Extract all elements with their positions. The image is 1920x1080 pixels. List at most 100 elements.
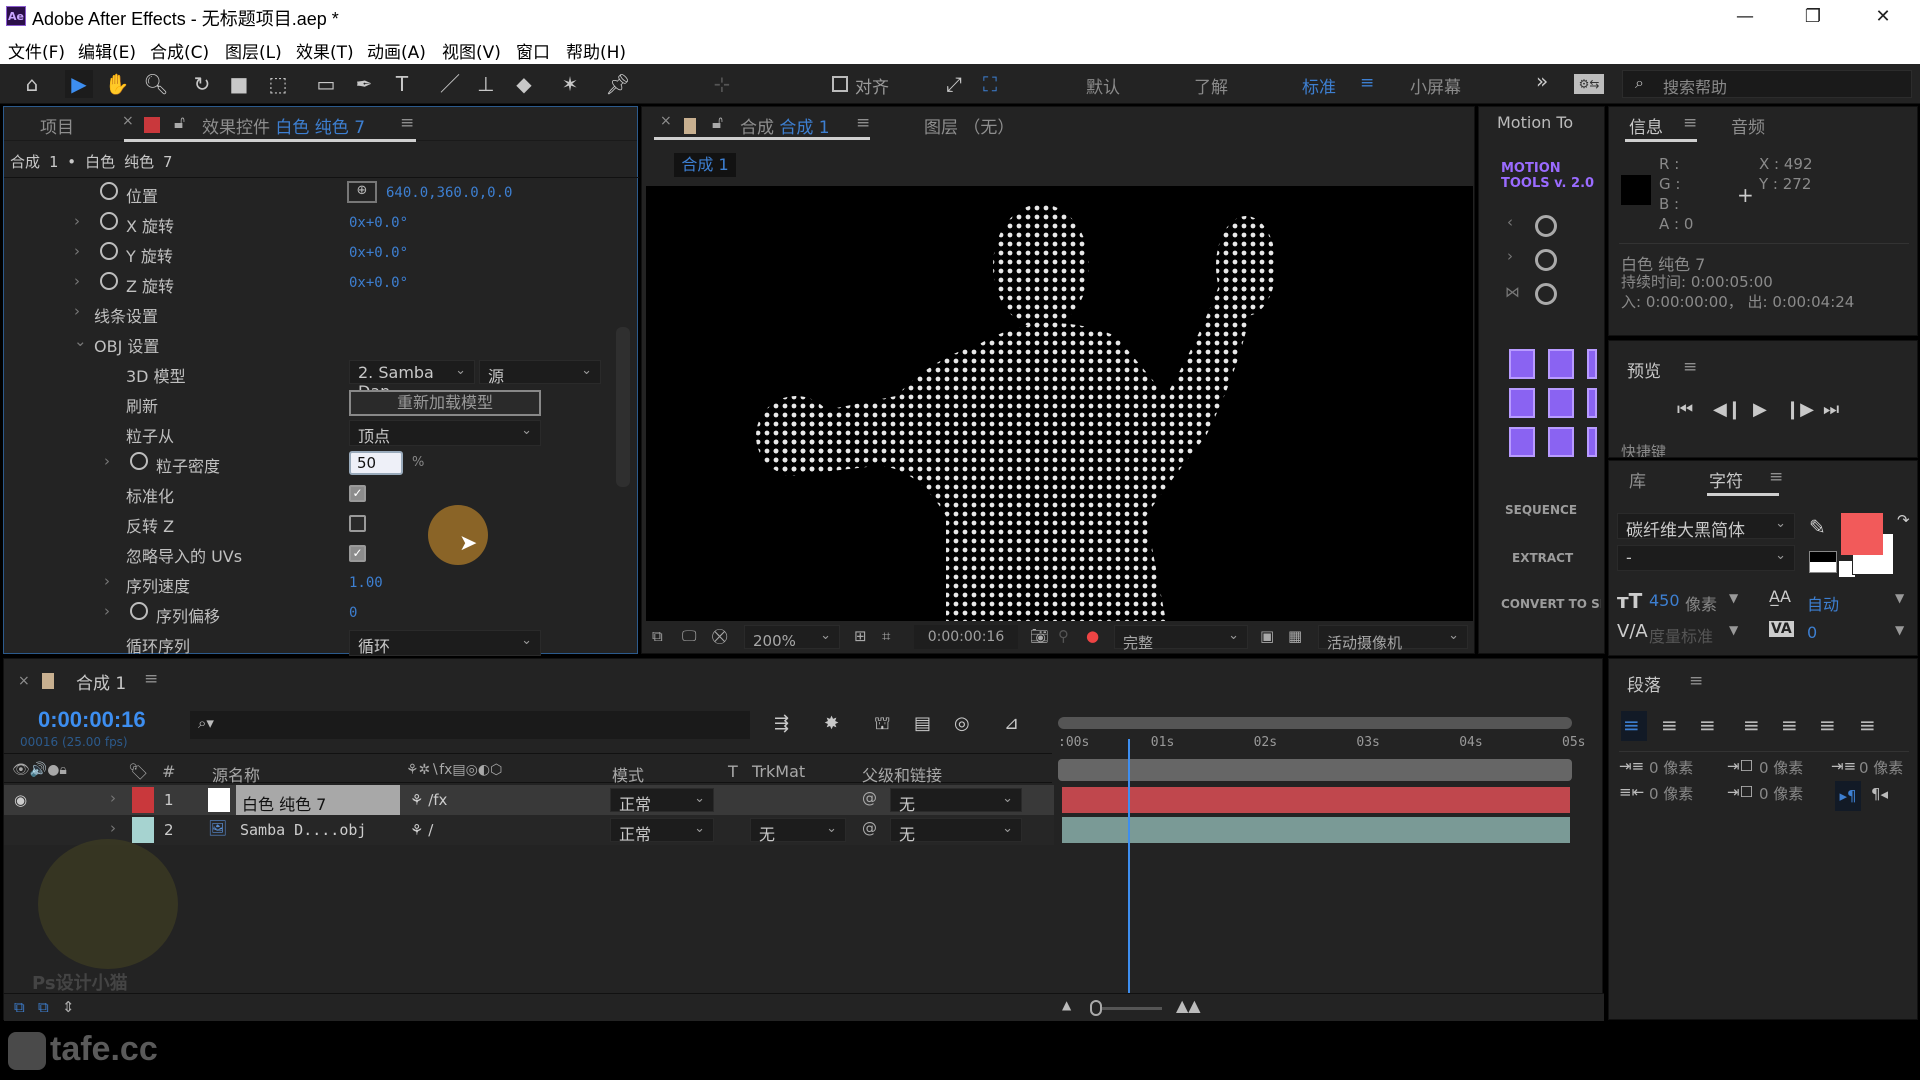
panel-menu-icon[interactable]: ≡ [1769, 467, 1783, 487]
timeline-zoom-slider[interactable] [1092, 1007, 1162, 1010]
model-dropdown[interactable]: 2. Samba Dan⌄ [349, 360, 475, 401]
sequence-offset-value[interactable]: 0 [349, 605, 357, 621]
y-rotation-value[interactable]: 0x+0.0° [349, 245, 408, 261]
lock-icon[interactable]: 🔓︎ [712, 113, 723, 133]
panel-menu-icon[interactable]: ≡ [400, 113, 414, 133]
invert-z-checkbox[interactable] [349, 515, 366, 532]
local-axis-icon[interactable]: ⊹ [708, 70, 736, 98]
channel-icon[interactable]: ● [1086, 627, 1099, 645]
menu-window[interactable]: 窗口 [516, 38, 550, 63]
roto-brush-tool-icon[interactable]: ✶ [556, 70, 584, 98]
toggle-modes-icon[interactable]: ⧉ [38, 998, 49, 1016]
blend-mode-dropdown[interactable]: 正常 ⌄ [610, 818, 714, 844]
pickwhip-icon[interactable]: @ [862, 819, 877, 837]
effects-scrollbar[interactable] [616, 327, 630, 487]
tab-effect-controls[interactable]: 效果控件 白色 纯色 7 [202, 113, 365, 138]
rectangle-tool-icon[interactable]: ▭ [312, 70, 340, 98]
tab-character[interactable]: 字符 [1709, 467, 1743, 492]
layer-name[interactable]: 白色 纯色 7 [236, 785, 400, 815]
chevron-right-icon[interactable]: › [110, 819, 116, 837]
panel-menu-icon[interactable]: ≡ [1683, 357, 1697, 377]
chevron-right-icon[interactable]: › [74, 272, 80, 290]
pen-tool-icon[interactable]: ✒ [350, 70, 378, 98]
timeline-graph-area[interactable]: :00s 01s 02s 03s 04s 05s [1054, 711, 1585, 1021]
snap-checkbox[interactable] [832, 76, 848, 92]
kerning-value[interactable]: 度量标准 [1649, 623, 1713, 647]
align-right-icon[interactable]: ≡ [1699, 713, 1716, 737]
panel-menu-icon[interactable]: ≡ [856, 113, 870, 133]
search-help-input[interactable]: ⌕ 搜索帮助 [1622, 70, 1912, 98]
parent-dropdown[interactable]: 无 ⌄ [890, 818, 1022, 844]
work-area-bar[interactable] [1058, 759, 1572, 781]
layer-name[interactable]: Samba D....obj [240, 821, 366, 839]
menu-file[interactable]: 文件(F) [8, 38, 65, 63]
swap-colors-icon[interactable]: ↷ [1897, 511, 1910, 529]
convert-to-shape-button[interactable]: CONVERT TO SH [1501, 597, 1601, 611]
tab-layer[interactable]: 图层 （无） [924, 113, 1014, 138]
chevron-right-icon[interactable]: › [74, 242, 80, 260]
snapshot-icon[interactable]: 📷︎ [1030, 627, 1049, 645]
ignore-uvs-checkbox[interactable]: ✓ [349, 545, 366, 562]
ease-in-slider[interactable] [1535, 215, 1557, 237]
rotate-tool-icon[interactable]: ↻ [188, 70, 216, 98]
font-family-dropdown[interactable]: 碳纤维大黑简体 ⌄ [1617, 513, 1795, 541]
camera-dropdown[interactable]: 活动摄像机 ⌄ [1318, 625, 1468, 652]
indent-left-value[interactable]: 0 像素 [1649, 757, 1693, 778]
layer-search-input[interactable]: ⌕▾ [190, 711, 750, 739]
fill-color-swatch[interactable] [1841, 513, 1883, 555]
resolution-dropdown[interactable]: 完整 ⌄ [1114, 625, 1248, 652]
workspace-learn[interactable]: 了解 [1194, 73, 1228, 98]
first-frame-icon[interactable]: ⏮ [1677, 399, 1693, 420]
camera-tool-icon[interactable]: ■ [225, 70, 253, 98]
restore-button[interactable]: ❐ [1788, 4, 1838, 30]
transparency-grid-icon[interactable]: ▦ [1288, 627, 1302, 645]
chevron-down-icon[interactable]: ⌄ [74, 332, 87, 350]
home-icon[interactable]: ⌂ [18, 70, 46, 98]
extract-button[interactable]: EXTRACT [1512, 551, 1573, 565]
panel-menu-icon[interactable]: ≡ [144, 669, 158, 689]
space-after-value[interactable]: 0 像素 [1759, 783, 1803, 804]
comp-navigator-chip[interactable]: 合成 1 [674, 153, 736, 177]
always-preview-icon[interactable]: ⧉ [652, 627, 663, 645]
chevron-down-icon[interactable]: ▼ [1729, 623, 1738, 637]
minimize-button[interactable]: — [1720, 4, 1770, 30]
zoom-tool-icon[interactable]: 🔍︎ [142, 70, 170, 98]
stopwatch-icon[interactable] [100, 272, 118, 290]
tracking-value[interactable]: 0 [1807, 623, 1817, 642]
particles-from-dropdown[interactable]: 顶点 ⌄ [349, 420, 541, 446]
particle-density-input[interactable] [349, 451, 403, 475]
selection-tool-icon[interactable]: ▶ [65, 70, 93, 98]
shy-switch-icon[interactable]: ⚘ ∕ [410, 821, 433, 839]
show-snapshot-icon[interactable]: ⚲ [1058, 627, 1069, 645]
composition-viewer[interactable] [646, 186, 1473, 621]
tab-library[interactable]: 库 [1629, 467, 1646, 492]
blend-mode-dropdown[interactable]: 正常 ⌄ [610, 788, 714, 814]
layer-label-color[interactable] [132, 817, 154, 843]
space-before-value[interactable]: 0 像素 [1759, 757, 1803, 778]
chevron-down-icon[interactable]: ▼ [1895, 591, 1904, 605]
chevron-right-icon[interactable]: › [110, 789, 116, 807]
close-tab-icon[interactable]: × [122, 113, 134, 129]
panel-menu-icon[interactable]: ≡ [1689, 671, 1703, 691]
grid-guides-icon[interactable]: ⊞ [854, 627, 867, 645]
font-style-dropdown[interactable]: - ⌄ [1617, 545, 1795, 571]
timeline-zoom-handle[interactable] [1090, 1000, 1102, 1016]
chevron-down-icon[interactable]: ▼ [1729, 591, 1738, 605]
pan-behind-tool-icon[interactable]: ⬚ [264, 70, 292, 98]
anchor-center[interactable] [1548, 388, 1574, 418]
anchor-top-right[interactable] [1587, 349, 1597, 379]
indent-right-value[interactable]: 0 像素 [1649, 783, 1693, 804]
clone-stamp-tool-icon[interactable]: ⊥ [472, 70, 500, 98]
menu-composition[interactable]: 合成(C) [150, 38, 209, 63]
draft-3d-icon[interactable]: ✸ [824, 713, 839, 734]
region-of-interest-icon[interactable]: ⌗ [882, 627, 890, 645]
justify-last-left-icon[interactable]: ≡ [1743, 713, 1760, 737]
composition-mini-flowchart-icon[interactable]: ⇶ [774, 713, 789, 734]
close-button[interactable]: ✕ [1858, 4, 1908, 30]
toggle-inout-icon[interactable]: ⇕ [62, 998, 75, 1016]
tab-audio[interactable]: 音频 [1731, 113, 1765, 138]
stopwatch-icon[interactable] [130, 452, 148, 470]
snap-feature-icon[interactable]: ⛶ [976, 70, 1004, 98]
layer-label-color[interactable] [132, 787, 154, 813]
workspace-overflow[interactable]: » [1536, 69, 1548, 93]
